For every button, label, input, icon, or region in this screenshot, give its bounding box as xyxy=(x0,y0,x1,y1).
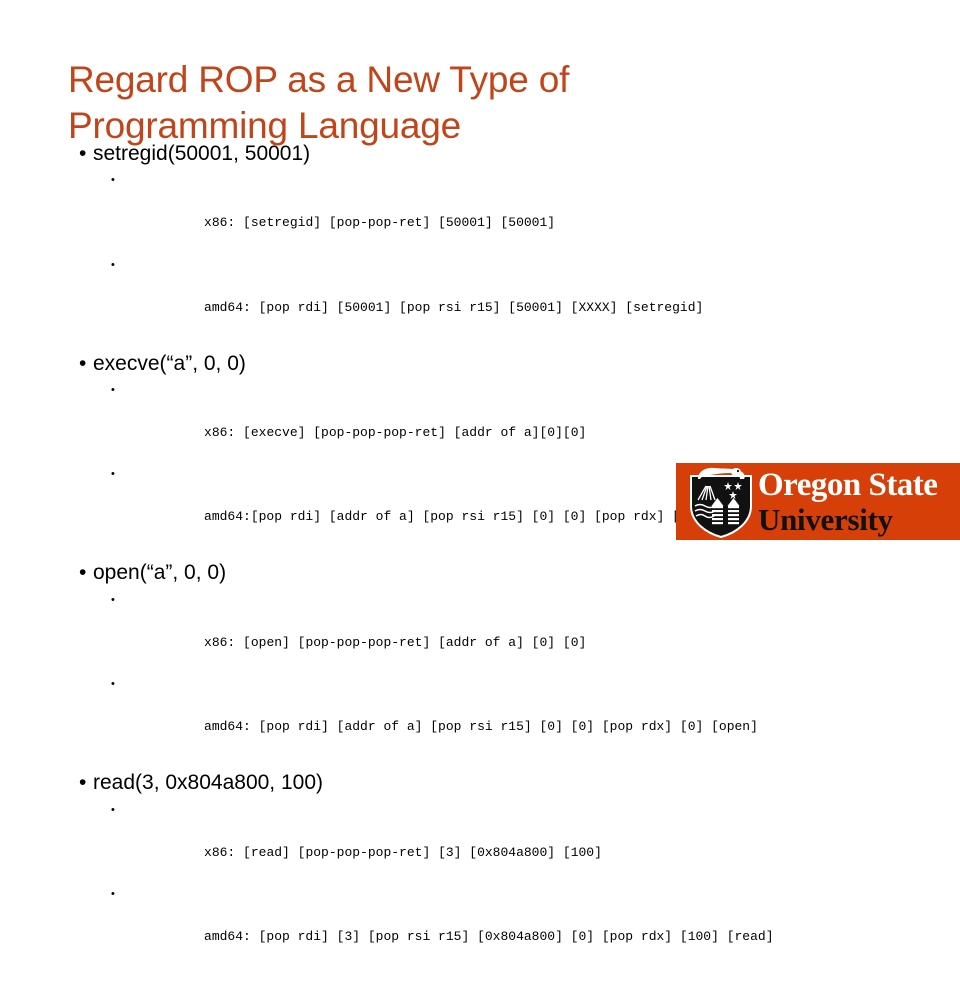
osu-wordmark-line1: Oregon State xyxy=(758,467,938,503)
sub-bullet-dot-icon: • xyxy=(111,384,115,397)
sub-bullet-list: • x86: [read] [pop-pop-pop-ret] [3] [0x8… xyxy=(0,800,960,968)
sub-bullet-dot-icon: • xyxy=(111,678,115,691)
arch-label: x86: xyxy=(204,425,236,441)
sub-bullet-dot-icon: • xyxy=(111,803,115,816)
bullet-heading: • setregid(50001, 50001) xyxy=(0,142,960,166)
page-title: Regard ROP as a New Type of Programming … xyxy=(68,58,570,147)
bullet-group: • setregid(50001, 50001) • x86: [setregi… xyxy=(0,142,960,339)
gadget-chain: [pop rdi] [3] [pop rsi r15] [0x804a800] … xyxy=(250,928,774,944)
bullet-heading-label: open(“a”, 0, 0) xyxy=(93,561,227,585)
sub-bullet-dot-icon: • xyxy=(111,174,115,187)
arch-label: amd64: xyxy=(204,928,251,944)
slide-body: • setregid(50001, 50001) • x86: [setregi… xyxy=(0,142,960,981)
sub-bullet-list: • x86: [open] [pop-pop-pop-ret] [addr of… xyxy=(0,590,960,758)
arch-label: amd64: xyxy=(204,719,251,735)
osu-logo: Oregon State University xyxy=(676,463,960,540)
sub-bullet-item: • amd64: [pop rdi] [50001] [pop rsi r15]… xyxy=(0,255,960,339)
bullet-group: • read(3, 0x804a800, 100) • x86: [read] … xyxy=(0,771,960,968)
sub-bullet-item: • x86: [open] [pop-pop-pop-ret] [addr of… xyxy=(0,590,960,674)
arch-label: x86: xyxy=(204,844,236,860)
osu-wordmark-line2: University xyxy=(758,502,893,537)
sub-bullet-item: • amd64: [pop rdi] [3] [pop rsi r15] [0x… xyxy=(0,884,960,968)
sub-bullet-list: • x86: [setregid] [pop-pop-ret] [50001] … xyxy=(0,170,960,338)
bullet-heading-label: setregid(50001, 50001) xyxy=(93,142,311,165)
bullet-heading: • read(3, 0x804a800, 100) xyxy=(0,771,960,795)
bullet-group: • open(“a”, 0, 0) • x86: [open] [pop-pop… xyxy=(0,561,960,758)
gadget-chain: [setregid] [pop-pop-ret] [50001] [50001] xyxy=(235,215,556,231)
sub-bullet-item: • x86: [setregid] [pop-pop-ret] [50001] … xyxy=(0,170,960,254)
gadget-chain: [open] [pop-pop-pop-ret] [addr of a] [0]… xyxy=(235,634,587,650)
arch-label: amd64: xyxy=(204,299,251,315)
arch-label: x86: xyxy=(204,634,236,650)
bullet-dot-icon: • xyxy=(79,771,87,795)
sub-bullet-item: • x86: [execve] [pop-pop-pop-ret] [addr … xyxy=(0,380,960,464)
slide-canvas: Regard ROP as a New Type of Programming … xyxy=(0,0,960,944)
sub-bullet-dot-icon: • xyxy=(111,468,115,481)
gadget-chain: [pop rdi] [50001] [pop rsi r15] [50001] … xyxy=(250,299,704,315)
osu-beaver-crest-icon xyxy=(690,467,752,538)
arch-label: amd64: xyxy=(204,509,251,525)
bullet-heading: • open(“a”, 0, 0) xyxy=(0,561,960,585)
sub-bullet-item: • x86: [read] [pop-pop-pop-ret] [3] [0x8… xyxy=(0,800,960,884)
bullet-heading: • execve(“a”, 0, 0) xyxy=(0,352,960,376)
sub-bullet-dot-icon: • xyxy=(111,258,115,271)
bullet-dot-icon: • xyxy=(79,561,87,585)
bullet-heading-label: read(3, 0x804a800, 100) xyxy=(93,771,324,795)
sub-bullet-dot-icon: • xyxy=(111,593,115,606)
bullet-dot-icon: • xyxy=(79,351,87,375)
bullet-dot-icon: • xyxy=(79,142,87,165)
sub-bullet-item: • amd64: [pop rdi] [addr of a] [pop rsi … xyxy=(0,674,960,758)
osu-wordmark: Oregon State University xyxy=(758,467,958,537)
arch-label: x86: xyxy=(204,215,236,231)
gadget-chain: [pop rdi] [addr of a] [pop rsi r15] [0] … xyxy=(250,719,758,735)
gadget-chain: [read] [pop-pop-pop-ret] [3] [0x804a800]… xyxy=(235,844,602,860)
gadget-chain: [execve] [pop-pop-pop-ret] [addr of a][0… xyxy=(235,425,587,441)
bullet-heading-label: execve(“a”, 0, 0) xyxy=(93,351,246,375)
sub-bullet-dot-icon: • xyxy=(111,887,115,900)
